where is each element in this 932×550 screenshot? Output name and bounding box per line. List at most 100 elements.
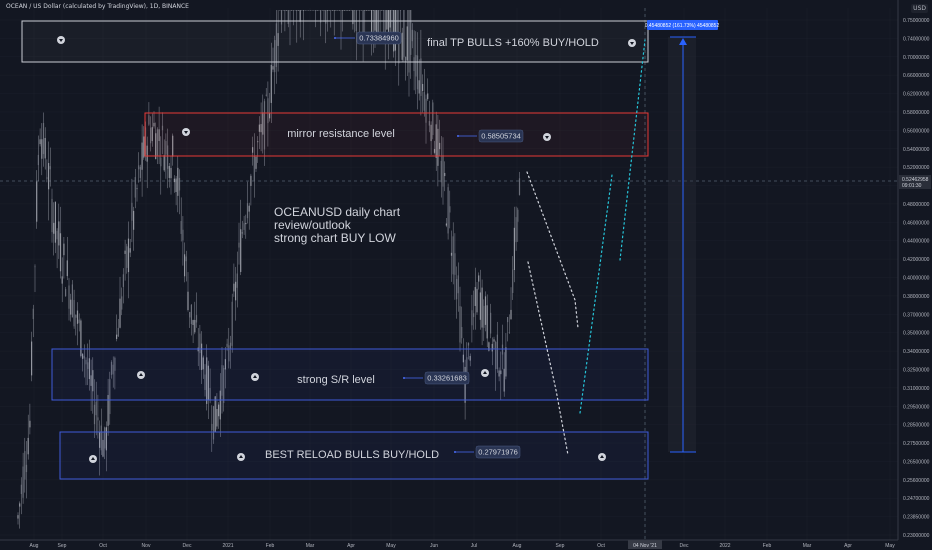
price-tick-label: 0.52000000: [903, 165, 930, 171]
candle-body: [136, 188, 138, 190]
candle-body: [59, 233, 62, 272]
candle-body: [294, 10, 296, 11]
candle-body: [235, 281, 237, 301]
candle-body: [27, 437, 29, 455]
candle-body: [301, 10, 303, 11]
candle-body: [216, 408, 218, 427]
candle-body: [51, 198, 53, 233]
price-tick-label: 0.26500000: [903, 459, 930, 465]
candle-body: [17, 515, 19, 519]
time-tick-label: Dec: [183, 543, 192, 549]
candle-body: [476, 288, 478, 313]
candle-body: [313, 10, 315, 11]
target-label: 0.45480852 (161.73%) 45480852: [645, 23, 720, 29]
candle-body: [399, 10, 402, 11]
annotation-line: OCEANUSD daily chart: [274, 205, 401, 219]
label-anchor: [457, 135, 459, 137]
candle-body: [493, 339, 495, 342]
candle-body: [391, 10, 393, 11]
candle-body: [195, 315, 198, 323]
candle-body: [265, 94, 267, 96]
price-tick-label: 0.54000000: [903, 147, 930, 153]
projection-white-1: [526, 171, 579, 329]
candle-body: [297, 10, 300, 11]
candle-body: [479, 292, 481, 320]
candle-body: [44, 137, 46, 159]
level-box-mirror-resistance: [144, 112, 649, 157]
candle-body: [190, 304, 192, 325]
time-tick-label: Mar: [803, 543, 812, 549]
candle-body: [61, 276, 63, 284]
candle-body: [124, 250, 126, 254]
candle-body: [474, 287, 476, 306]
candle-body: [331, 10, 334, 11]
candle-body: [348, 10, 351, 11]
candle-body: [354, 10, 356, 11]
time-tick-label: 2022: [719, 543, 730, 549]
candle-body: [467, 342, 470, 346]
price-tick-label: 0.29500000: [903, 404, 930, 410]
candle-body: [486, 305, 488, 339]
candle-body: [337, 10, 339, 11]
candle-body: [253, 156, 255, 181]
price-tick-label: 0.27500000: [903, 441, 930, 447]
price-tick-label: 0.31000000: [903, 386, 930, 392]
candle-body: [442, 155, 444, 187]
candle-body: [34, 266, 36, 268]
price-tick-label: 0.44000000: [903, 239, 930, 245]
candle-body: [289, 10, 291, 11]
time-tick-label: Sep: [58, 543, 67, 549]
candle-body: [340, 10, 342, 11]
label-anchor: [334, 37, 336, 39]
candle-body: [39, 139, 41, 145]
time-tick-label: Oct: [597, 543, 605, 549]
note-strong-sr: strong S/R level: [297, 374, 375, 386]
candle-body: [296, 10, 298, 11]
annotation-line: review/outlook: [274, 218, 352, 232]
candle-body: [75, 314, 77, 318]
candle-body: [119, 298, 121, 328]
candle-body: [328, 10, 330, 11]
price-tick-label: 0.23850000: [903, 515, 930, 521]
candle-body: [32, 308, 34, 320]
candle-body: [248, 205, 250, 212]
price-tick-label: 0.62000000: [903, 92, 930, 98]
candle-body: [308, 10, 310, 11]
price-tick-label: 0.46000000: [903, 220, 930, 226]
candle-body: [314, 10, 317, 11]
price-tick-label: 0.38000000: [903, 294, 930, 300]
candle-body: [457, 275, 459, 294]
candle-body: [173, 178, 175, 183]
candle-body: [304, 10, 306, 11]
candle-body: [445, 223, 447, 226]
candle-body: [246, 203, 249, 219]
candle-body: [282, 10, 284, 11]
candle-body: [250, 175, 252, 186]
candle-body: [326, 10, 328, 11]
candle-body: [143, 136, 145, 158]
time-axis[interactable]: Aug Sep Oct Nov Dec 2021 Feb Mar Apr May Jun Jul Aug…: [0, 539, 898, 549]
candle-body: [515, 217, 517, 243]
candle-body: [272, 66, 274, 70]
time-tick-label: Apr: [347, 543, 355, 549]
candle-body: [357, 10, 359, 11]
price-tick-label: 0.56000000: [903, 128, 930, 134]
note-best-reload: BEST RELOAD BULLS BUY/HOLD: [265, 449, 439, 461]
candle-body: [255, 156, 257, 169]
price-chart[interactable]: 0.75000000 0.74000000 0.70000000 0.66000000…: [0, 0, 932, 550]
price-axis[interactable]: 0.75000000 0.74000000 0.70000000 0.66000000…: [897, 0, 932, 550]
price-tick-label: 0.32500000: [903, 367, 930, 373]
time-tick-label: Feb: [266, 543, 275, 549]
candle-body: [270, 64, 272, 103]
candle-body: [318, 10, 320, 11]
candle-body: [517, 209, 519, 222]
candle-body: [29, 420, 31, 428]
candle-body: [241, 232, 243, 234]
candle-body: [422, 83, 424, 91]
candle-body: [65, 289, 67, 297]
price-label-mirror-resistance: 0.58505734: [481, 132, 521, 141]
time-tick-label: 2021: [222, 543, 233, 549]
candle-body: [423, 91, 425, 111]
candle-body: [41, 139, 43, 159]
candle-body: [311, 10, 313, 11]
